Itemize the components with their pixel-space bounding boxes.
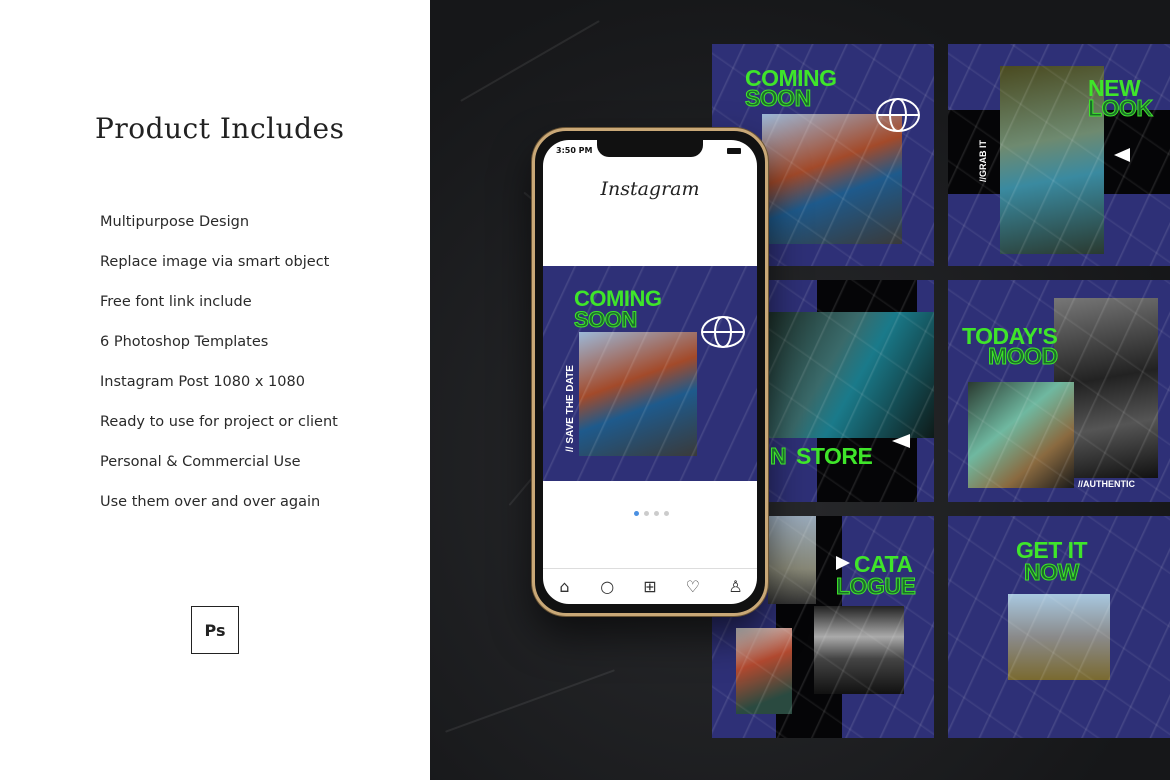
feature-item: Multipurpose Design: [100, 214, 250, 230]
play-icon: [836, 556, 850, 570]
instagram-logo: Instagram: [600, 178, 700, 200]
tile-headline: STORE: [796, 443, 873, 469]
post-headline-outline: SOON: [574, 307, 638, 332]
feature-item: Free font link include: [100, 294, 252, 310]
battery-icon: [727, 148, 741, 154]
phone-screen: 3:50 PM Instagram COMING SOON // SAVE TH…: [543, 140, 757, 604]
feature-item: Use them over and over again: [100, 494, 321, 510]
jeep-photo: [768, 516, 816, 604]
post-side-text: // SAVE THE DATE: [565, 365, 576, 452]
left-panel: Product Includes Multipurpose Design Rep…: [0, 0, 430, 780]
tile-side-text: //GRAB IT: [978, 140, 988, 182]
car-photo: [762, 114, 902, 244]
add-post-icon[interactable]: ⊞: [640, 577, 660, 596]
phone-mockup: 3:50 PM Instagram COMING SOON // SAVE TH…: [532, 128, 768, 616]
tile-tag: //AUTHENTIC: [1078, 479, 1135, 489]
heart-icon[interactable]: ♡: [683, 577, 703, 596]
photoshop-badge: Ps: [191, 606, 239, 654]
carousel-dot[interactable]: [634, 511, 639, 516]
globe-icon: [876, 98, 920, 132]
suv-photo: [1008, 594, 1110, 680]
feature-item: Personal & Commercial Use: [100, 454, 301, 470]
tile-headline: GET IT: [1016, 537, 1088, 563]
carousel-indicator[interactable]: [634, 511, 669, 516]
globe-icon: [701, 316, 745, 348]
feature-item: Ready to use for project or client: [100, 414, 338, 430]
car-photo: [579, 332, 697, 456]
tile-headline-outline: NOW: [1024, 559, 1080, 585]
page-title: Product Includes: [95, 112, 345, 145]
tile-headline-outline: MOOD: [988, 343, 1059, 369]
arrow-icon: [1114, 148, 1130, 162]
instagram-post[interactable]: COMING SOON // SAVE THE DATE: [543, 266, 757, 481]
arrow-icon: [892, 434, 910, 448]
template-tile-todays-mood: TODAY'S MOOD //AUTHENTIC: [948, 280, 1170, 502]
tile-headline-outline: LOGUE: [835, 573, 916, 599]
search-icon[interactable]: ○: [597, 577, 617, 596]
template-tile-get-it-now: GET IT NOW: [948, 516, 1170, 738]
home-icon[interactable]: ⌂: [554, 577, 574, 596]
radio-photo: [814, 606, 904, 694]
tile-headline-outline: N: [769, 443, 787, 469]
status-time: 3:50 PM: [556, 146, 593, 155]
feature-item: Instagram Post 1080 x 1080: [100, 374, 305, 390]
dashboard-photo: [762, 312, 934, 438]
tile-headline-outline: SOON: [745, 85, 812, 111]
feature-item: 6 Photoshop Templates: [100, 334, 269, 350]
feature-item: Replace image via smart object: [100, 254, 330, 270]
carousel-dot[interactable]: [644, 511, 649, 516]
template-tile-new-look: //GRAB IT NEW LOOK: [948, 44, 1170, 266]
tile-headline-outline: LOOK: [1087, 95, 1153, 121]
bokeh-photo: [736, 628, 792, 714]
phone-notch: [597, 140, 703, 157]
profile-icon[interactable]: ♙: [726, 577, 746, 596]
tile-headline: CATA: [854, 551, 913, 577]
steering-wheel-photo: [968, 382, 1074, 488]
bottom-nav: ⌂ ○ ⊞ ♡ ♙: [543, 568, 757, 604]
carousel-dot[interactable]: [664, 511, 669, 516]
carousel-dot[interactable]: [654, 511, 659, 516]
post-headline: COMING: [574, 286, 662, 311]
